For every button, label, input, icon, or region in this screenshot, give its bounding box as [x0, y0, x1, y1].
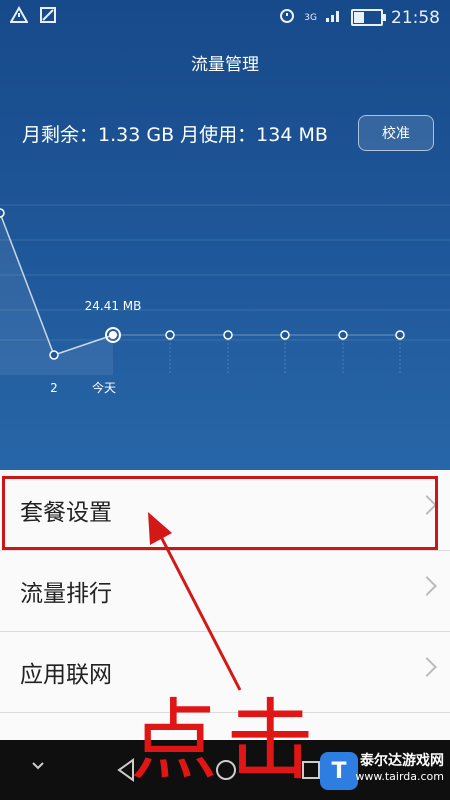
data-point: [0, 208, 5, 218]
menu-item-label: 流量排行: [20, 581, 112, 607]
data-point: [49, 350, 59, 360]
usage-area: [0, 213, 113, 375]
warning-icon: [9, 5, 29, 24]
today-value-label: 24.41 MB: [85, 299, 142, 313]
data-point: [338, 330, 348, 340]
chevron-right-icon: [417, 576, 437, 596]
header-panel: 3G 21:58 流量管理 月剩余：1.33 GB 月使用：134 MB 校准: [0, 0, 450, 470]
menu-item-label: 应用联网: [20, 662, 112, 688]
data-point: [165, 330, 175, 340]
watermark: 泰尔达游戏网 www.tairda.com: [355, 750, 444, 783]
alarm-icon: [278, 6, 296, 29]
annotation-highlight-box: [2, 476, 438, 550]
watermark-title: 泰尔达游戏网: [360, 753, 444, 769]
x-tick-label-today: 今天: [92, 380, 116, 395]
usage-chart: 24.41 MB 2 今天: [0, 204, 450, 395]
data-point: [280, 330, 290, 340]
annotation-text: 点击: [130, 689, 323, 792]
today-point-core: [109, 331, 117, 339]
network-type: 3G: [304, 12, 317, 23]
image-icon: [39, 6, 57, 24]
status-bar: 3G 21:58: [0, 0, 450, 34]
watermark-url: www.tairda.com: [355, 770, 444, 783]
data-point: [223, 330, 233, 340]
menu-item-traffic-ranking[interactable]: 流量排行: [0, 551, 450, 632]
calibrate-button[interactable]: 校准: [358, 115, 434, 151]
menu-item-plan-settings[interactable]: 套餐设置: [0, 470, 450, 551]
clock: 21:58: [391, 7, 440, 28]
chevron-down-icon[interactable]: [30, 758, 46, 778]
data-summary: 月剩余：1.33 GB 月使用：134 MB: [22, 124, 328, 146]
page-title: 流量管理: [191, 55, 259, 75]
chevron-right-icon: [417, 657, 437, 677]
battery-icon: [351, 9, 386, 26]
data-point: [395, 330, 405, 340]
signal-icon: [325, 7, 343, 28]
x-tick-label: 2: [50, 381, 58, 395]
watermark-logo-icon: T: [320, 752, 358, 790]
